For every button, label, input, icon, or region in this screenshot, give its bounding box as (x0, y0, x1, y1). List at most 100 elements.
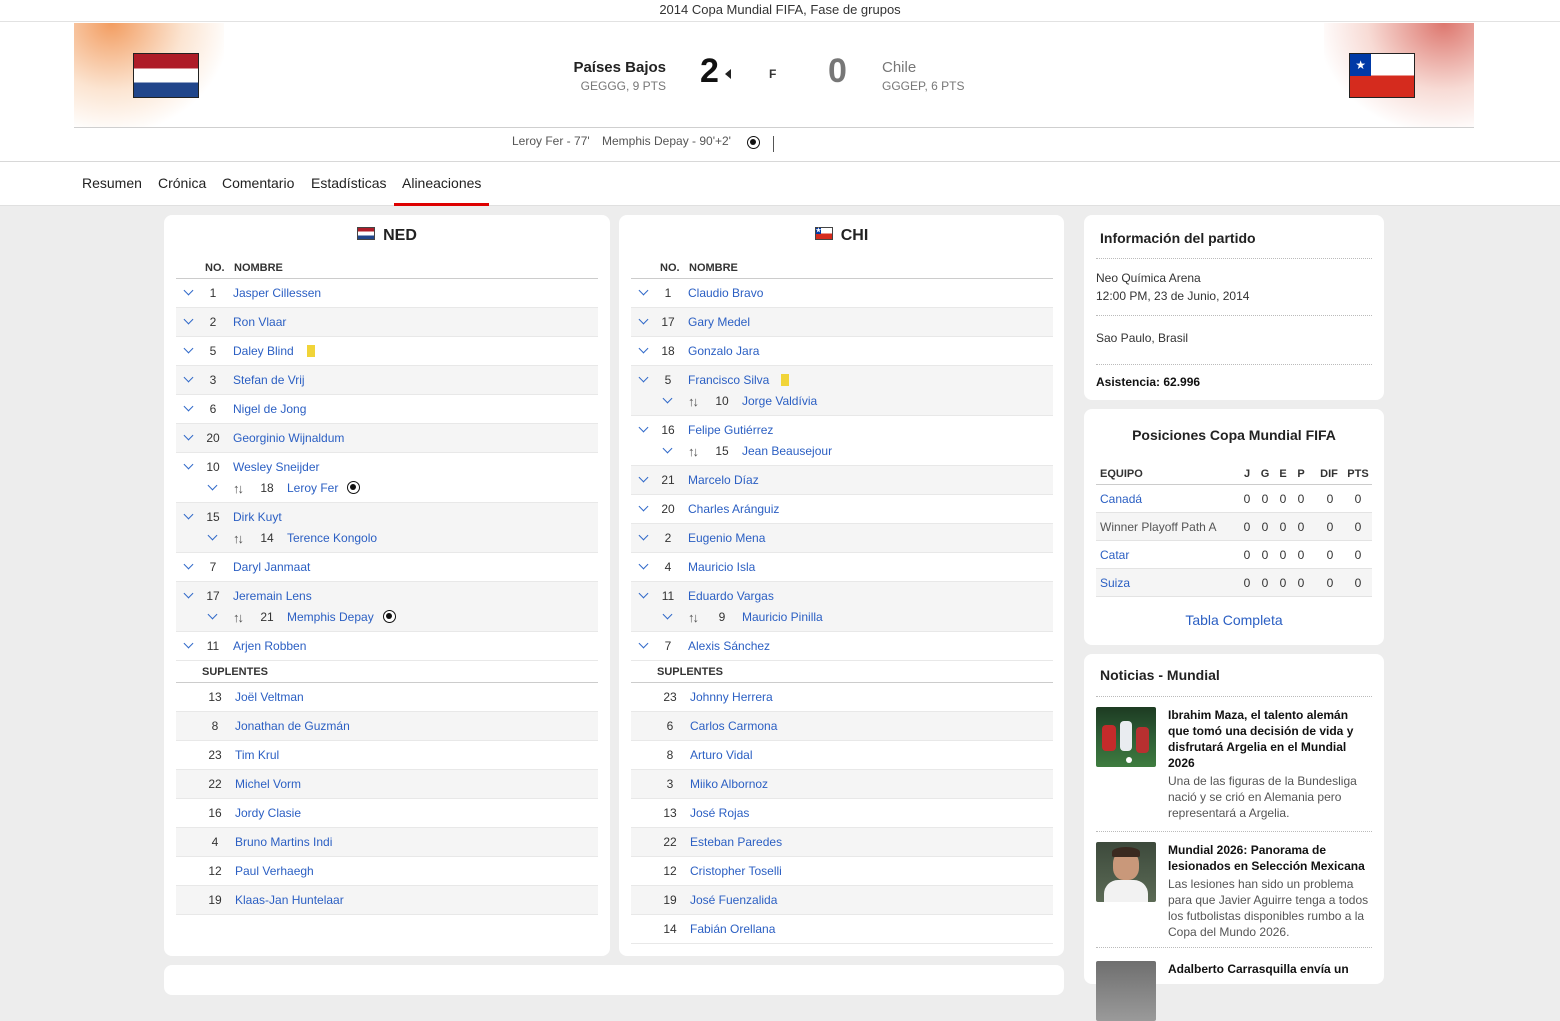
player-name[interactable]: Charles Aránguiz (688, 502, 779, 516)
player-name[interactable]: Gonzalo Jara (688, 344, 759, 358)
tab-cronica[interactable]: Crónica (150, 162, 214, 206)
player-name[interactable]: Claudio Bravo (688, 286, 763, 300)
news-item[interactable]: Adalberto Carrasquilla envía un (1096, 961, 1372, 1021)
substitute-row[interactable]: 23 Tim Krul (176, 741, 598, 770)
lineup-row[interactable]: 1 Jasper Cillessen (176, 279, 598, 308)
lineup-row[interactable]: 4 Mauricio Isla (631, 553, 1053, 582)
lineup-row[interactable]: 7 Alexis Sánchez (631, 632, 1053, 661)
news-thumbnail[interactable] (1096, 707, 1156, 767)
substitute-row[interactable]: 8 Arturo Vidal (631, 741, 1053, 770)
chevron-down-icon[interactable] (638, 372, 649, 383)
substitute-row[interactable]: 22 Esteban Paredes (631, 828, 1053, 857)
standings-row[interactable]: Canadá 0 0 0 0 0 0 (1096, 485, 1372, 513)
player-name[interactable]: Daryl Janmaat (233, 560, 310, 574)
player-name[interactable]: Eugenio Mena (688, 531, 765, 545)
home-team[interactable]: Países Bajos GEGGG, 9 PTS (573, 60, 666, 94)
chevron-down-icon[interactable] (183, 559, 194, 570)
chile-flag-icon[interactable]: ★ (1349, 53, 1415, 98)
news-headline[interactable]: Mundial 2026: Panorama de lesionados en … (1168, 842, 1372, 874)
news-thumbnail[interactable] (1096, 842, 1156, 902)
player-name[interactable]: Nigel de Jong (233, 402, 306, 416)
substitute-row[interactable]: 4 Bruno Martins Indi (176, 828, 598, 857)
lineup-row[interactable]: 6 Nigel de Jong (176, 395, 598, 424)
chevron-down-icon[interactable] (638, 422, 649, 433)
sub-player-name[interactable]: Jorge Valdívia (742, 394, 817, 408)
news-thumbnail[interactable] (1096, 961, 1156, 1021)
tab-alineaciones[interactable]: Alineaciones (394, 162, 490, 206)
lineup-row[interactable]: 10 Wesley Sneijder ↑↓ 18 Leroy Fer (176, 453, 598, 503)
chevron-down-icon[interactable] (662, 393, 673, 404)
player-name[interactable]: Esteban Paredes (690, 835, 782, 849)
lineup-row[interactable]: 21 Marcelo Díaz (631, 466, 1053, 495)
player-name[interactable]: Eduardo Vargas (688, 589, 774, 603)
substitute-row[interactable]: 19 Klaas-Jan Huntelaar (176, 886, 598, 915)
away-team[interactable]: Chile GGGEP, 6 PTS (882, 60, 964, 94)
lineup-row[interactable]: 11 Arjen Robben (176, 632, 598, 661)
chevron-down-icon[interactable] (638, 588, 649, 599)
chevron-down-icon[interactable] (638, 343, 649, 354)
player-name[interactable]: Cristopher Toselli (690, 864, 782, 878)
news-headline[interactable]: Adalberto Carrasquilla envía un (1168, 961, 1372, 977)
player-name[interactable]: Arjen Robben (233, 639, 306, 653)
lineup-row[interactable]: 15 Dirk Kuyt ↑↓ 14 Terence Kongolo (176, 503, 598, 553)
chevron-down-icon[interactable] (638, 559, 649, 570)
chevron-down-icon[interactable] (183, 459, 194, 470)
lineup-row[interactable]: 2 Ron Vlaar (176, 308, 598, 337)
player-name[interactable]: Arturo Vidal (690, 748, 752, 762)
player-name[interactable]: Johnny Herrera (690, 690, 773, 704)
lineup-row[interactable]: 1 Claudio Bravo (631, 279, 1053, 308)
chevron-down-icon[interactable] (662, 443, 673, 454)
player-name[interactable]: Bruno Martins Indi (235, 835, 332, 849)
player-name[interactable]: Dirk Kuyt (233, 510, 282, 524)
sub-player-name[interactable]: Mauricio Pinilla (742, 610, 823, 624)
player-name[interactable]: Wesley Sneijder (233, 460, 319, 474)
player-name[interactable]: Miiko Albornoz (690, 777, 768, 791)
player-name[interactable]: Carlos Carmona (690, 719, 777, 733)
player-name[interactable]: Jeremain Lens (233, 589, 312, 603)
standings-row[interactable]: Catar 0 0 0 0 0 0 (1096, 541, 1372, 569)
lineup-row[interactable]: 11 Eduardo Vargas ↑↓ 9 Mauricio Pinilla (631, 582, 1053, 632)
player-name[interactable]: Mauricio Isla (688, 560, 755, 574)
player-name[interactable]: Klaas-Jan Huntelaar (235, 893, 344, 907)
player-name[interactable]: Jonathan de Guzmán (235, 719, 350, 733)
chevron-down-icon[interactable] (183, 509, 194, 520)
tab-resumen[interactable]: Resumen (74, 162, 150, 206)
team-name[interactable]: Canadá (1100, 492, 1142, 506)
chevron-down-icon[interactable] (183, 638, 194, 649)
substitute-row[interactable]: 19 José Fuenzalida (631, 886, 1053, 915)
chevron-down-icon[interactable] (183, 430, 194, 441)
chevron-down-icon[interactable] (183, 343, 194, 354)
chevron-down-icon[interactable] (183, 285, 194, 296)
player-name[interactable]: Joël Veltman (235, 690, 304, 704)
home-team-name[interactable]: Países Bajos (573, 60, 666, 76)
player-name[interactable]: Gary Medel (688, 315, 750, 329)
chevron-down-icon[interactable] (207, 480, 218, 491)
chevron-down-icon[interactable] (183, 314, 194, 325)
substitute-row[interactable]: 16 Jordy Clasie (176, 799, 598, 828)
substitute-row[interactable]: 22 Michel Vorm (176, 770, 598, 799)
tab-comentario[interactable]: Comentario (214, 162, 302, 206)
player-name[interactable]: Tim Krul (235, 748, 279, 762)
lineup-row[interactable]: 5 Daley Blind (176, 337, 598, 366)
substitute-row[interactable]: 14 Fabián Orellana (631, 915, 1053, 944)
player-name[interactable]: Felipe Gutiérrez (688, 423, 773, 437)
substitute-row[interactable]: 13 Joël Veltman (176, 683, 598, 712)
player-name[interactable]: Jordy Clasie (235, 806, 301, 820)
player-name[interactable]: Stefan de Vrij (233, 373, 305, 387)
player-name[interactable]: Marcelo Díaz (688, 473, 759, 487)
chevron-down-icon[interactable] (638, 314, 649, 325)
full-table-link[interactable]: Tabla Completa (1084, 612, 1384, 628)
away-team-name[interactable]: Chile (882, 60, 964, 76)
netherlands-flag-icon[interactable] (133, 53, 199, 98)
substitute-row[interactable]: 3 Miiko Albornoz (631, 770, 1053, 799)
lineup-row[interactable]: 7 Daryl Janmaat (176, 553, 598, 582)
lineup-row[interactable]: 20 Georginio Wijnaldum (176, 424, 598, 453)
chevron-down-icon[interactable] (638, 638, 649, 649)
player-name[interactable]: Francisco Silva (688, 373, 769, 387)
chevron-down-icon[interactable] (207, 609, 218, 620)
lineup-row[interactable]: 18 Gonzalo Jara (631, 337, 1053, 366)
chevron-down-icon[interactable] (207, 530, 218, 541)
player-name[interactable]: Daley Blind (233, 344, 294, 358)
substitute-row[interactable]: 6 Carlos Carmona (631, 712, 1053, 741)
lineup-row[interactable]: 17 Gary Medel (631, 308, 1053, 337)
